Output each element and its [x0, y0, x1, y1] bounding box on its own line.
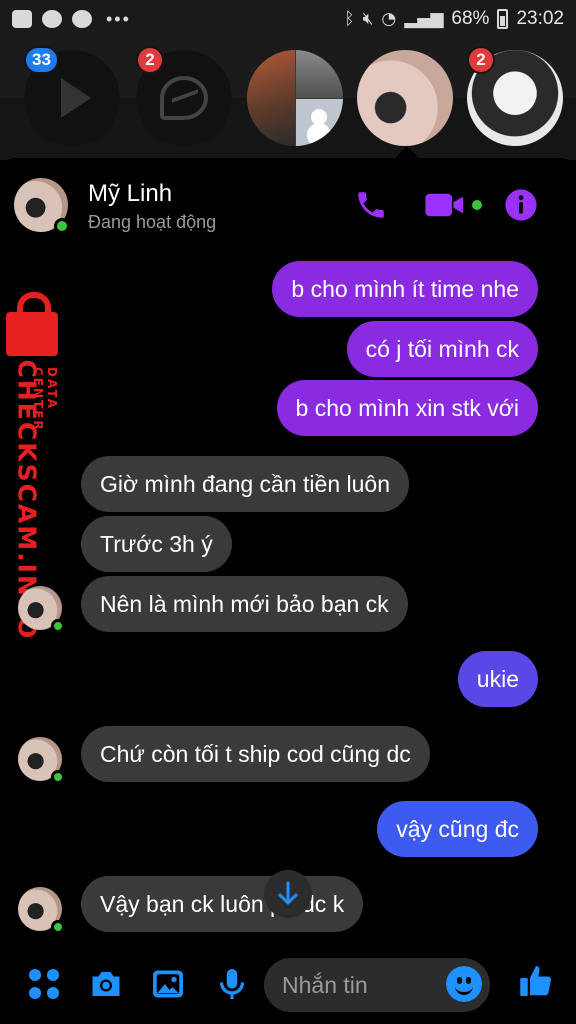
contact-avatar[interactable]	[14, 178, 70, 234]
sender-avatar[interactable]	[18, 586, 65, 633]
phone-icon	[358, 192, 384, 218]
message-outgoing[interactable]: b cho mình ít time nhe	[272, 261, 538, 317]
voice-message-button[interactable]	[214, 966, 250, 1007]
message-outgoing[interactable]: có j tối mình ck	[346, 321, 538, 377]
chat-head-contact[interactable]: 2	[467, 46, 563, 146]
clock: 23:02	[516, 8, 564, 29]
gallery-notification-icon	[12, 10, 32, 28]
more-notifications-icon: •••	[106, 8, 131, 29]
message-outgoing[interactable]: ukie	[457, 651, 538, 707]
chat-head-active-contact[interactable]	[357, 50, 453, 146]
scroll-to-bottom-button[interactable]	[264, 870, 312, 918]
sender-avatar[interactable]	[18, 737, 65, 784]
video-call-button[interactable]	[424, 188, 466, 227]
message-incoming[interactable]: Vậy bạn ck luôn p t dc k	[81, 876, 364, 932]
smiley-icon	[455, 986, 473, 995]
video-camera-icon	[425, 193, 464, 217]
wifi-icon: ◔	[381, 9, 397, 29]
chat-notification-icon	[72, 10, 92, 28]
default-user-icon	[296, 99, 343, 146]
battery-percent: 68%	[451, 8, 490, 29]
apps-grid-icon	[29, 969, 59, 999]
checkscam-lock-logo	[6, 292, 58, 356]
online-indicator	[54, 218, 70, 234]
group-member-photo	[247, 50, 295, 146]
chat-header: Mỹ Linh Đang hoạt động	[0, 158, 576, 254]
online-indicator	[51, 619, 65, 633]
message-incoming[interactable]: Trước 3h ý	[81, 516, 232, 572]
contact-status: Đang hoạt động	[88, 212, 217, 232]
info-icon	[505, 189, 537, 221]
camera-button[interactable]	[88, 966, 124, 1007]
status-bar: ••• ᛒ 🔇︎ ◔ ▂▄▆ 68% 23:02	[0, 0, 576, 38]
signal-icon: ▂▄▆	[404, 9, 444, 29]
online-indicator	[51, 920, 65, 934]
sender-avatar[interactable]	[18, 887, 65, 934]
message-incoming[interactable]: Nên là mình mới bảo bạn ck	[81, 576, 408, 632]
chat-head-badge: 2	[136, 46, 164, 74]
microphone-icon	[219, 969, 245, 999]
play-icon	[61, 78, 91, 118]
group-member-photo	[296, 50, 343, 98]
voice-call-button[interactable]	[354, 188, 388, 227]
chat-head-group[interactable]	[247, 50, 343, 146]
chat-head-badge: 33	[24, 46, 59, 74]
info-button[interactable]	[504, 188, 538, 227]
message-input-placeholder: Nhắn tin	[282, 971, 368, 998]
messenger-icon	[160, 76, 208, 120]
online-indicator	[51, 770, 65, 784]
watermark-brand: CHECKSCAM.INFO	[12, 359, 42, 641]
chat-head-badge: 2	[467, 46, 495, 74]
camera-icon	[92, 972, 120, 996]
battery-icon	[497, 9, 509, 29]
chat-head-messenger[interactable]: 2	[136, 46, 232, 146]
contact-name[interactable]: Mỹ Linh	[88, 180, 172, 208]
gallery-button[interactable]	[150, 966, 186, 1007]
message-outgoing[interactable]: b cho mình xin stk với	[276, 380, 538, 436]
image-icon	[153, 970, 183, 998]
thumbs-up-icon	[520, 966, 551, 996]
chat-head-video-app[interactable]: 33	[24, 46, 120, 146]
mute-icon: 🔇︎	[362, 9, 374, 29]
bluetooth-icon: ᛒ	[344, 9, 355, 29]
more-actions-button[interactable]	[26, 966, 62, 1007]
video-online-indicator	[472, 200, 482, 210]
message-incoming[interactable]: Giờ mình đang cần tiền luôn	[81, 456, 409, 512]
arrow-down-icon	[278, 881, 298, 905]
message-incoming[interactable]: Chứ còn tối t ship cod cũng dc	[81, 726, 430, 782]
message-outgoing[interactable]: vậy cũng đc	[377, 801, 538, 857]
like-button[interactable]	[518, 962, 554, 1005]
active-head-pointer	[395, 146, 419, 158]
messenger-notification-icon	[42, 10, 62, 28]
emoji-button[interactable]	[446, 966, 482, 1002]
